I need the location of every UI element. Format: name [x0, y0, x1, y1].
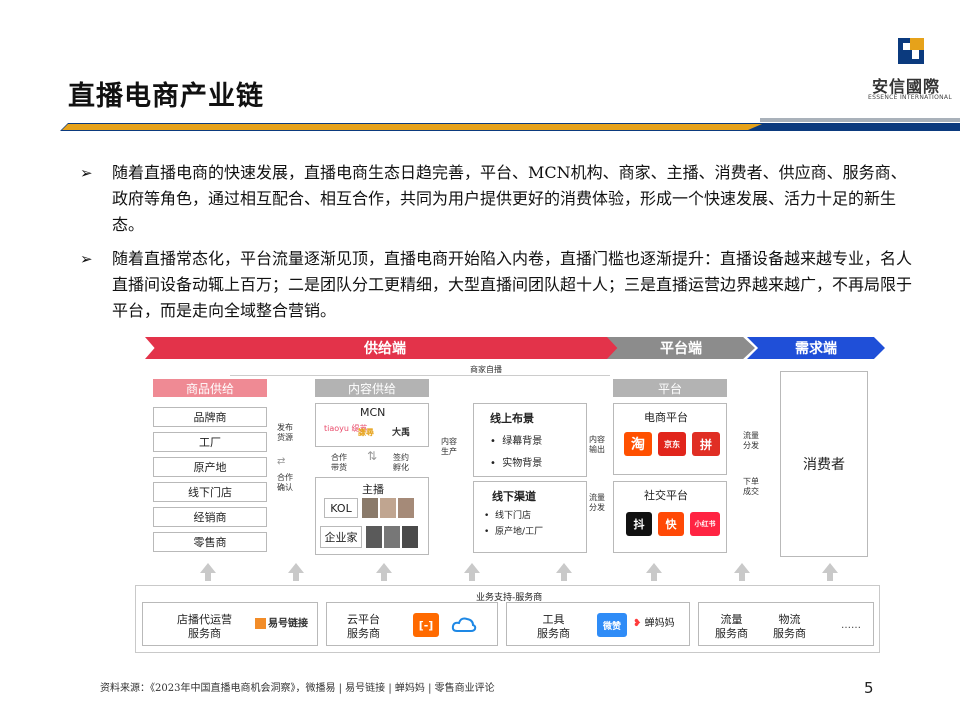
- header-divider-gold: [62, 124, 762, 130]
- content-output-label: 内容 输出: [589, 435, 605, 454]
- pinduoduo-icon: 拼: [692, 432, 720, 456]
- mcn-box: MCN tiaoyu 缇苏 謙尋 大禹: [315, 403, 429, 447]
- merchant-live-line: [230, 375, 610, 376]
- traffic-dist-label: 流量 分发: [743, 431, 759, 450]
- up-arrow-icon: [376, 563, 392, 581]
- social-platform-label: 社交平台: [644, 489, 688, 502]
- bullet-list: ➢ 随着直播电商的快速发展，直播电商生态日趋完善，平台、MCN机构、商家、主播、…: [80, 160, 915, 332]
- weizan-icon: 微赞: [597, 613, 627, 637]
- entrepreneur-photo: [366, 526, 382, 548]
- goods-item: 线下门店: [153, 482, 267, 502]
- anchor-box: 主播 KOL 企业家: [315, 477, 429, 555]
- dayu-logo: 大禹: [392, 428, 411, 438]
- yihao-logo: 易号链接: [255, 618, 308, 630]
- goods-item: 工厂: [153, 432, 267, 452]
- content-produce-label: 内容 生产: [441, 437, 457, 456]
- online-scene-item: • 实物背景: [490, 458, 543, 469]
- header-divider-gray: [760, 118, 960, 122]
- arrow-bullet-icon: ➢: [80, 250, 93, 268]
- offline-channel-item: • 线下门店: [484, 511, 532, 521]
- goods-item: 品牌商: [153, 407, 267, 427]
- ecommerce-platform-box: 电商平台 淘 京东 拼: [613, 403, 727, 475]
- up-arrow-icon: [646, 563, 662, 581]
- anchor-label: 主播: [362, 483, 384, 496]
- arrow-bullet-icon: ➢: [80, 164, 93, 182]
- up-arrow-icon: [288, 563, 304, 581]
- goods-item: 零售商: [153, 532, 267, 552]
- online-scene-item: • 绿幕背景: [490, 436, 543, 447]
- entrepreneur-photo: [384, 526, 400, 548]
- page-title: 直播电商产业链: [68, 81, 264, 112]
- other-service-box: 流量 服务商 物流 服务商 ……: [698, 602, 874, 646]
- source-note: 资料来源：《2023年中国直播电商机会洞察》，微播易 | 易号链接 | 蝉妈妈 …: [100, 683, 495, 694]
- demand-side-header: 需求端: [747, 337, 885, 359]
- agency-service-box: 店播代运营 服务商 易号链接: [142, 602, 318, 646]
- sign-incubate-label: 签约 孵化: [393, 453, 409, 472]
- industry-chain-diagram: 供给端 平台端 需求端 商家自播 商品供给 品牌商 工厂 原产地 线下门店 经销…: [135, 337, 885, 657]
- bidirectional-arrow-icon: ⇄: [277, 456, 286, 467]
- supply-side-header: 供给端: [145, 337, 625, 359]
- consumer-box: 消费者: [780, 371, 868, 557]
- offline-channel-box: 线下渠道 • 线下门店 • 原产地/工厂: [473, 481, 587, 553]
- cooperate-confirm-label: 合作 确认: [277, 473, 293, 492]
- logo-icon: [898, 38, 924, 64]
- kol-photo: [380, 498, 396, 518]
- social-platform-box: 社交平台 抖 快 小红书: [613, 481, 727, 553]
- traffic-dist-label: 流量 分发: [589, 493, 605, 512]
- platform-title: 平台: [613, 379, 727, 397]
- cloud-service-box: 云平台 服务商 [-]: [326, 602, 498, 646]
- up-arrow-icon: [556, 563, 572, 581]
- online-scene-box: 线上布景 • 绿幕背景 • 实物背景: [473, 403, 587, 477]
- taobao-icon: 淘: [624, 432, 652, 456]
- up-arrow-icon: [200, 563, 216, 581]
- bullet-item: ➢ 随着直播常态化，平台流量逐渐见顶，直播电商开始陷入内卷，直播门槛也逐渐提升：…: [80, 246, 915, 324]
- kol-photo: [362, 498, 378, 518]
- cooperate-sell-label: 合作 带货: [331, 453, 347, 472]
- offline-channel-title: 线下渠道: [492, 490, 536, 503]
- logo-subtext: ESSENCE INTERNATIONAL: [868, 94, 952, 101]
- tool-service-box: 工具 服务商 微赞 ❥ 蝉妈妈: [506, 602, 690, 646]
- xiaohongshu-icon: 小红书: [690, 512, 720, 536]
- goods-item: 原产地: [153, 457, 267, 477]
- ecommerce-platform-label: 电商平台: [644, 411, 688, 424]
- jd-icon: 京东: [658, 432, 686, 456]
- qianxun-logo: 謙尋: [358, 428, 374, 437]
- service-support-box: 业务支持-服务商 店播代运营 服务商 易号链接 云平台 服务商 [-] 工具 服…: [135, 585, 880, 653]
- publish-source-label: 发布 货源: [277, 423, 293, 442]
- up-arrow-icon: [734, 563, 750, 581]
- aliyun-icon: [-]: [413, 613, 439, 637]
- chanmama-logo: ❥ 蝉妈妈: [633, 618, 675, 629]
- merchant-live-label: 商家自播: [470, 365, 502, 374]
- offline-channel-item: • 原产地/工厂: [484, 527, 544, 537]
- entrepreneur-photo: [402, 526, 418, 548]
- platform-side-header: 平台端: [607, 337, 755, 359]
- content-supply-title: 内容供给: [315, 379, 429, 397]
- goods-supply-title: 商品供给: [153, 379, 267, 397]
- tencent-cloud-icon: [451, 617, 477, 632]
- online-scene-title: 线上布景: [490, 412, 534, 425]
- page-number: 5: [864, 679, 874, 697]
- bullet-item: ➢ 随着直播电商的快速发展，直播电商生态日趋完善，平台、MCN机构、商家、主播、…: [80, 160, 915, 238]
- up-arrow-icon: [464, 563, 480, 581]
- mcn-label: MCN: [360, 406, 386, 419]
- vertical-arrows-icon: ⇅: [367, 449, 378, 463]
- kuaishou-icon: 快: [658, 512, 684, 536]
- goods-item: 经销商: [153, 507, 267, 527]
- order-deal-label: 下单 成交: [743, 477, 759, 496]
- entrepreneur-label: 企业家: [320, 526, 362, 548]
- up-arrow-icon: [822, 563, 838, 581]
- kol-photo: [398, 498, 414, 518]
- kol-label: KOL: [324, 498, 358, 518]
- douyin-icon: 抖: [626, 512, 652, 536]
